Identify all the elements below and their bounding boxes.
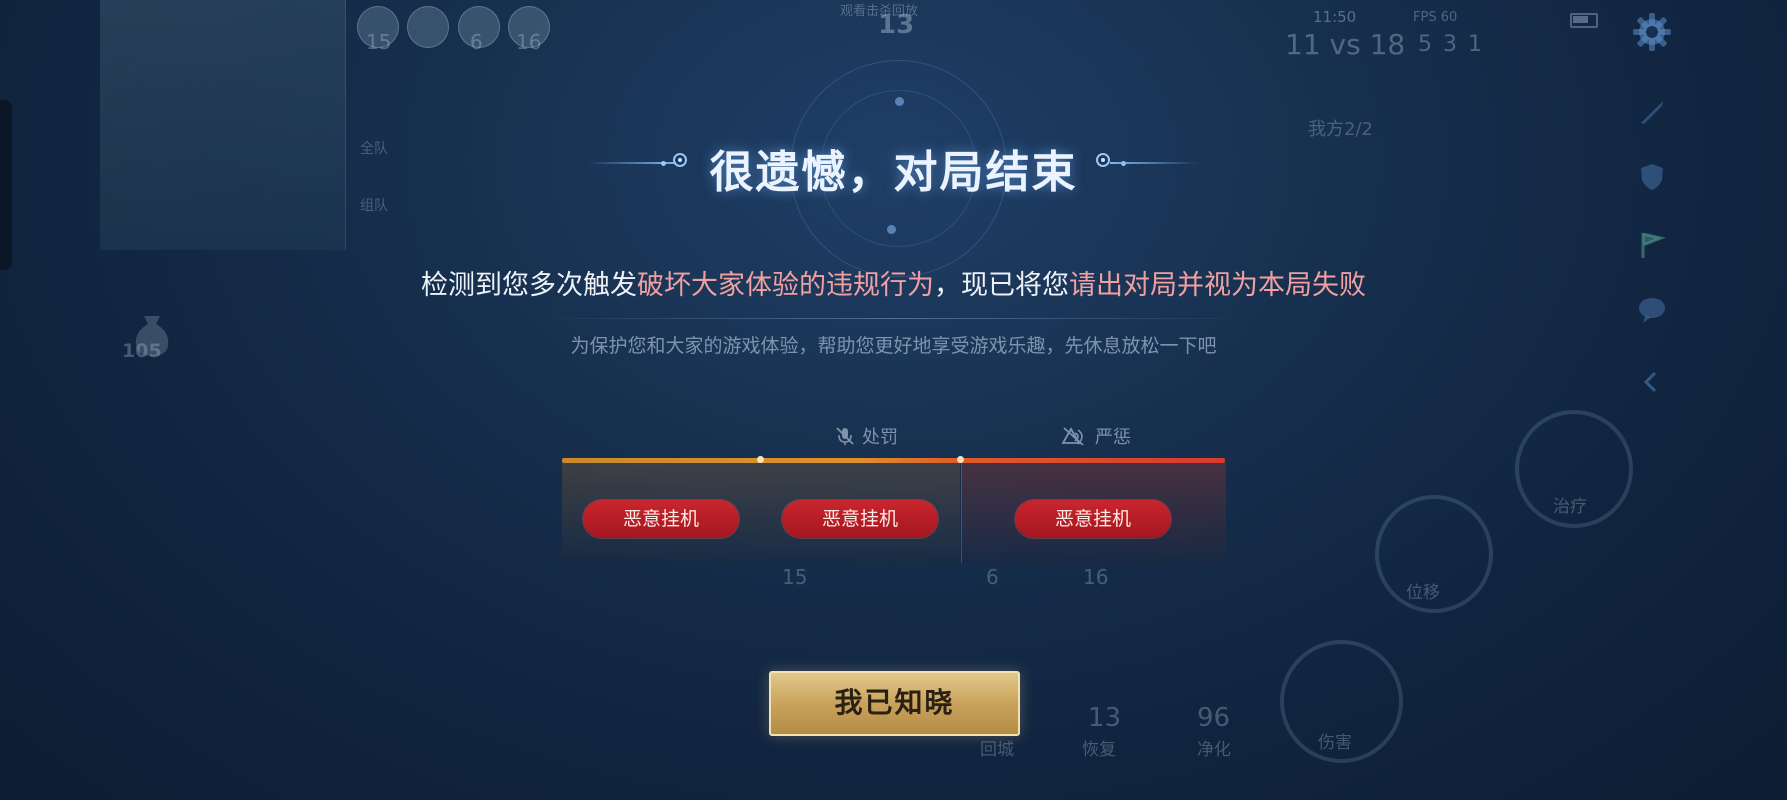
- match-end-dialog: 很遗憾，对局结束 检测到您多次触发破坏大家体验的违规行为，现已将您请出对局并视为…: [0, 0, 1787, 800]
- title-decoration-ring: [1096, 153, 1110, 167]
- stage-label-punish: 处罚: [834, 423, 898, 449]
- title-decoration-line: [1110, 162, 1198, 164]
- message-text: ，现已将您: [934, 270, 1069, 301]
- progress-node: [957, 456, 964, 463]
- violation-badge: 恶意挂机: [782, 500, 938, 538]
- stage-label-text: 严惩: [1095, 427, 1131, 448]
- violation-badge: 恶意挂机: [1015, 500, 1171, 538]
- message-highlight: 请出对局并视为本局失败: [1069, 270, 1366, 301]
- divider: [530, 318, 1260, 319]
- acknowledge-button[interactable]: 我已知晓: [769, 671, 1020, 736]
- message-highlight: 破坏大家体验的违规行为: [637, 270, 934, 301]
- no-voice-icon: [1061, 427, 1084, 446]
- message-text: 检测到您多次触发: [421, 270, 637, 301]
- dialog-title: 很遗憾，对局结束: [709, 147, 1078, 198]
- progress-node: [757, 456, 764, 463]
- violation-message: 检测到您多次触发破坏大家体验的违规行为，现已将您请出对局并视为本局失败: [0, 263, 1787, 302]
- dialog-subtext: 为保护您和大家的游戏体验，帮助您更好地享受游戏乐趣，先休息放松一下吧: [570, 335, 1217, 357]
- mute-icon: [836, 427, 854, 445]
- stage-label-text: 处罚: [862, 427, 898, 448]
- stage-label-severe: 严惩: [1061, 423, 1131, 449]
- violation-badge: 恶意挂机: [583, 500, 739, 538]
- title-row: 很遗憾，对局结束: [0, 130, 1787, 198]
